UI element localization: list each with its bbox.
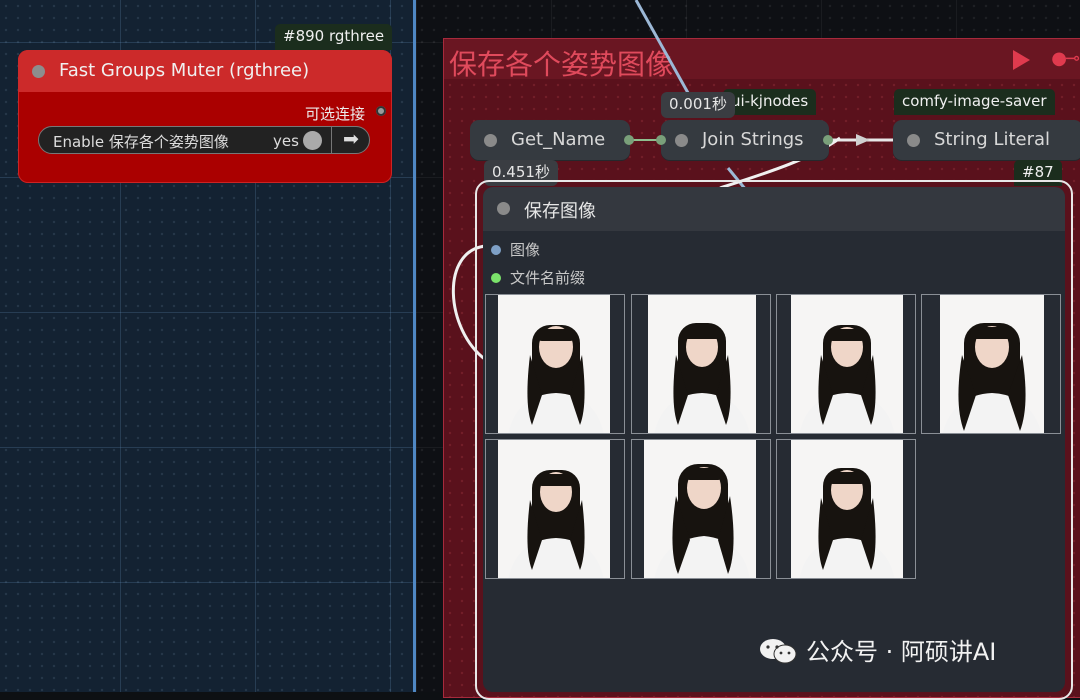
- collapse-dot-icon[interactable]: [32, 65, 45, 78]
- node-header[interactable]: Fast Groups Muter (rgthree): [18, 50, 392, 92]
- image-thumbnail[interactable]: [776, 439, 916, 579]
- output-slot[interactable]: [624, 135, 634, 145]
- watermark: 公众号 · 阿硕讲AI: [758, 632, 996, 667]
- input-label: 文件名前缀: [510, 269, 586, 287]
- wechat-icon: [758, 637, 798, 665]
- image-thumbnail[interactable]: [485, 439, 625, 579]
- node-header[interactable]: 保存图像: [483, 187, 1065, 231]
- save-image-node[interactable]: 保存图像 图像 文件名前缀: [483, 187, 1065, 692]
- string-literal-node[interactable]: String Literal: [893, 120, 1080, 160]
- get-name-node[interactable]: Get_Name: [470, 120, 630, 160]
- string-literal-badge: comfy-image-saver: [894, 89, 1055, 115]
- toggle-label: Enable 保存各个姿势图像: [53, 133, 229, 151]
- toggle-knob[interactable]: [303, 131, 322, 150]
- toggle-value: yes: [273, 132, 299, 150]
- input-slot-dot[interactable]: [491, 273, 501, 283]
- join-strings-badge: ui-kjnodes: [723, 89, 817, 115]
- node-title[interactable]: String Literal: [934, 129, 1050, 150]
- node-id-badge: #890 rgthree: [275, 24, 393, 50]
- collapse-dot-icon[interactable]: [907, 134, 920, 147]
- input-image[interactable]: 图像: [491, 239, 540, 260]
- node-title[interactable]: Get_Name: [511, 129, 605, 150]
- node-title[interactable]: Fast Groups Muter (rgthree): [59, 60, 309, 81]
- divider: [331, 127, 332, 153]
- image-thumbnail[interactable]: [776, 294, 916, 434]
- timing-badge: 0.001秒: [661, 92, 735, 118]
- collapse-dot-icon[interactable]: [675, 134, 688, 147]
- image-thumbnail[interactable]: [631, 294, 771, 434]
- input-slot-dot[interactable]: [491, 245, 501, 255]
- optional-output-label: 可选连接: [304, 105, 365, 123]
- output-slot[interactable]: [823, 135, 833, 145]
- collapse-dot-icon[interactable]: [497, 202, 510, 215]
- arrow-right-icon[interactable]: ➡: [343, 128, 359, 150]
- fast-groups-muter-node[interactable]: Fast Groups Muter (rgthree) 可选连接 Enable …: [18, 50, 392, 183]
- image-thumbnail[interactable]: [485, 294, 625, 434]
- collapse-dot-icon[interactable]: [484, 134, 497, 147]
- input-filename-prefix[interactable]: 文件名前缀: [491, 267, 585, 288]
- group-toggle[interactable]: Enable 保存各个姿势图像 yes ➡: [38, 126, 370, 154]
- node-title[interactable]: 保存图像: [524, 197, 596, 223]
- output-slot[interactable]: [376, 106, 386, 116]
- input-label: 图像: [510, 241, 541, 259]
- image-thumbnail[interactable]: [631, 439, 771, 579]
- input-slot[interactable]: [656, 135, 666, 145]
- image-thumbnail[interactable]: [921, 294, 1061, 434]
- join-strings-node[interactable]: Join Strings: [661, 120, 829, 160]
- watermark-text: 公众号 · 阿硕讲AI: [806, 638, 997, 666]
- node-title[interactable]: Join Strings: [702, 129, 804, 150]
